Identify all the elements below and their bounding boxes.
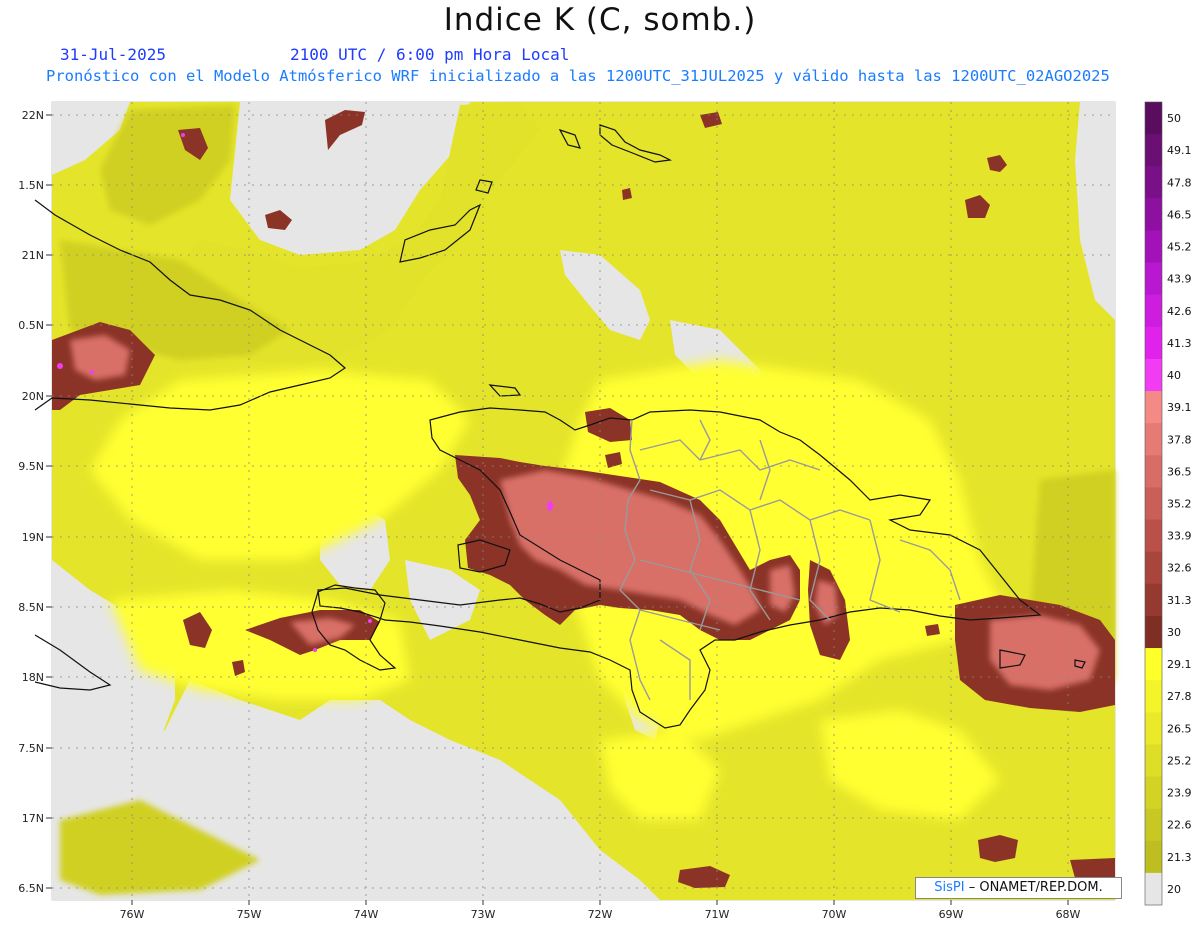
colorbar-swatch [1145,551,1162,585]
lat-label: 7.5N [18,742,44,755]
colorbar-label: 20 [1167,883,1181,896]
lon-label: 75W [237,908,262,921]
latitude-labels: 22N 1.5N 21N 0.5N 20N 9.5N 19N 8.5N 18N … [18,109,44,895]
colorbar-label: 37.8 [1167,433,1192,446]
colorbar-label: 30 [1167,626,1181,639]
lat-label: 21N [22,249,44,262]
longitude-labels: 76W 75W 74W 73W 72W 71W 70W 69W 68W [120,908,1081,921]
lat-label: 6.5N [18,882,44,895]
colorbar-label: 32.6 [1167,562,1192,575]
colorbar-swatch [1145,358,1162,392]
colorbar-label: 36.5 [1167,465,1192,478]
lon-label: 76W [120,908,145,921]
colorbar-label: 50 [1167,112,1181,125]
lat-label: 19N [22,531,44,544]
colorbar-label: 41.3 [1167,337,1192,350]
lon-label: 69W [939,908,964,921]
colorbar-swatch [1145,455,1162,488]
k-index-field [52,102,1115,900]
colorbar-swatch [1145,840,1162,874]
colorbar-label: 23.9 [1167,787,1192,800]
colorbar-label: 25.2 [1167,754,1192,767]
colorbar-swatch [1145,326,1162,360]
colorbar-label: 46.5 [1167,208,1192,221]
colorbar-label: 39.1 [1167,401,1192,414]
colorbar-label: 27.8 [1167,690,1192,703]
lon-label: 74W [354,908,379,921]
colorbar-swatch [1145,872,1162,906]
colorbar-swatch [1145,615,1162,649]
lon-label: 70W [822,908,847,921]
colorbar-label: 33.9 [1167,530,1192,543]
colorbar-label: 40 [1167,369,1181,382]
colorbar-swatch [1145,583,1162,617]
credit-text: – ONAMET/REP.DOM. [968,880,1103,895]
colorbar-label: 47.8 [1167,176,1192,189]
colorbar-swatch [1145,808,1162,842]
colorbar-label: 42.6 [1167,305,1192,318]
colorbar-label: 35.2 [1167,498,1192,511]
lat-label: 22N [22,109,44,122]
colorbar-swatch [1145,230,1162,264]
lat-label: 18N [22,671,44,684]
colorbar-swatch [1145,198,1162,231]
colorbar-swatch [1145,648,1162,681]
lon-label: 73W [471,908,496,921]
lon-label: 68W [1056,908,1081,921]
colorbar-swatch [1145,487,1162,521]
credit-box: SisPI – ONAMET/REP.DOM. [915,877,1122,899]
lat-label: 1.5N [18,179,44,192]
colorbar-label: 31.3 [1167,594,1192,607]
colorbar-label: 26.5 [1167,722,1192,735]
lat-label: 17N [22,812,44,825]
lon-label: 72W [588,908,613,921]
colorbar-swatch [1145,776,1162,810]
colorbar-swatch [1145,712,1162,745]
lat-label: 8.5N [18,601,44,614]
forecast-map: 22N 1.5N 21N 0.5N 20N 9.5N 19N 8.5N 18N … [18,101,1192,921]
colorbar-swatch [1145,391,1162,424]
lat-label: 0.5N [18,319,44,332]
colorbar: 50 49.1 47.8 46.5 45.2 43.9 42.6 41.3 40 39.1 37.8… [1144,101,1192,906]
colorbar-label: 22.6 [1167,819,1192,832]
colorbar-swatch [1145,166,1162,199]
lat-label: 20N [22,390,44,403]
colorbar-label: 45.2 [1167,241,1192,254]
lon-label: 71W [705,908,730,921]
colorbar-swatch [1145,423,1162,456]
colorbar-label: 43.9 [1167,273,1192,286]
colorbar-swatch [1145,744,1162,778]
colorbar-label: 49.1 [1167,144,1192,157]
credit-brand: SisPI [934,880,965,895]
lat-label: 9.5N [18,460,44,473]
colorbar-swatch [1145,519,1162,553]
colorbar-swatch [1145,680,1162,713]
colorbar-swatch [1145,294,1162,328]
colorbar-swatch [1145,262,1162,296]
colorbar-swatch [1145,134,1162,167]
colorbar-label: 29.1 [1167,658,1192,671]
colorbar-swatch [1145,102,1162,135]
colorbar-label: 21.3 [1167,851,1192,864]
